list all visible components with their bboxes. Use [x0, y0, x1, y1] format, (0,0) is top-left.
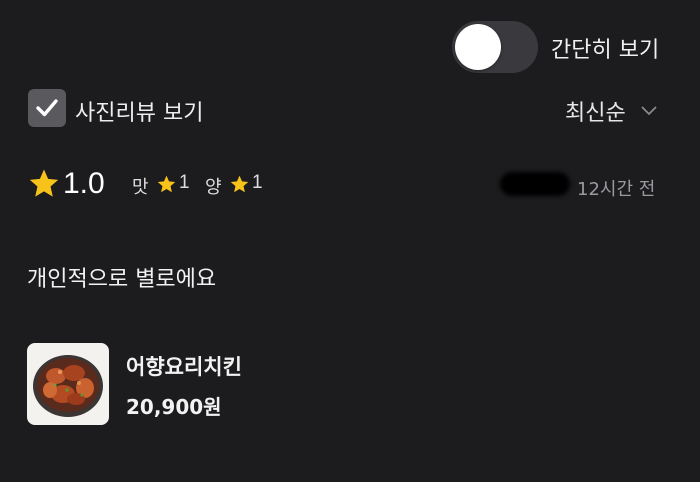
star-icon [230, 175, 249, 193]
sort-dropdown[interactable]: 최신순 [565, 95, 657, 126]
taste-score: 1 [179, 172, 190, 193]
simple-view-label[interactable]: 간단히 보기 [551, 32, 659, 64]
menu-item-price: 20,900원 [126, 395, 222, 419]
sort-selected-label: 최신순 [565, 101, 626, 126]
menu-item-name: 어향요리치킨 [126, 355, 242, 379]
photo-review-label[interactable]: 사진리뷰 보기 [75, 95, 203, 127]
photo-review-checkbox[interactable] [28, 89, 66, 127]
menu-thumbnail [27, 343, 109, 425]
chevron-down-icon [641, 106, 657, 115]
toggle-knob [455, 24, 501, 70]
checkmark-icon [36, 99, 58, 117]
ordered-menu-item[interactable]: 어향요리치킨 20,900원 [27, 343, 347, 425]
amount-score: 1 [252, 172, 263, 193]
simple-view-toggle[interactable] [452, 21, 538, 73]
rating-score: 1.0 [63, 167, 105, 200]
star-icon [29, 169, 59, 197]
review-time: 12시간 전 [577, 179, 656, 200]
redacted-reviewer-name [500, 172, 570, 196]
star-icon [157, 175, 176, 193]
review-text: 개인적으로 별로에요 [27, 267, 217, 292]
amount-label: 양 [205, 177, 222, 198]
taste-label: 맛 [132, 177, 149, 198]
chicken-dish-image [33, 355, 103, 417]
